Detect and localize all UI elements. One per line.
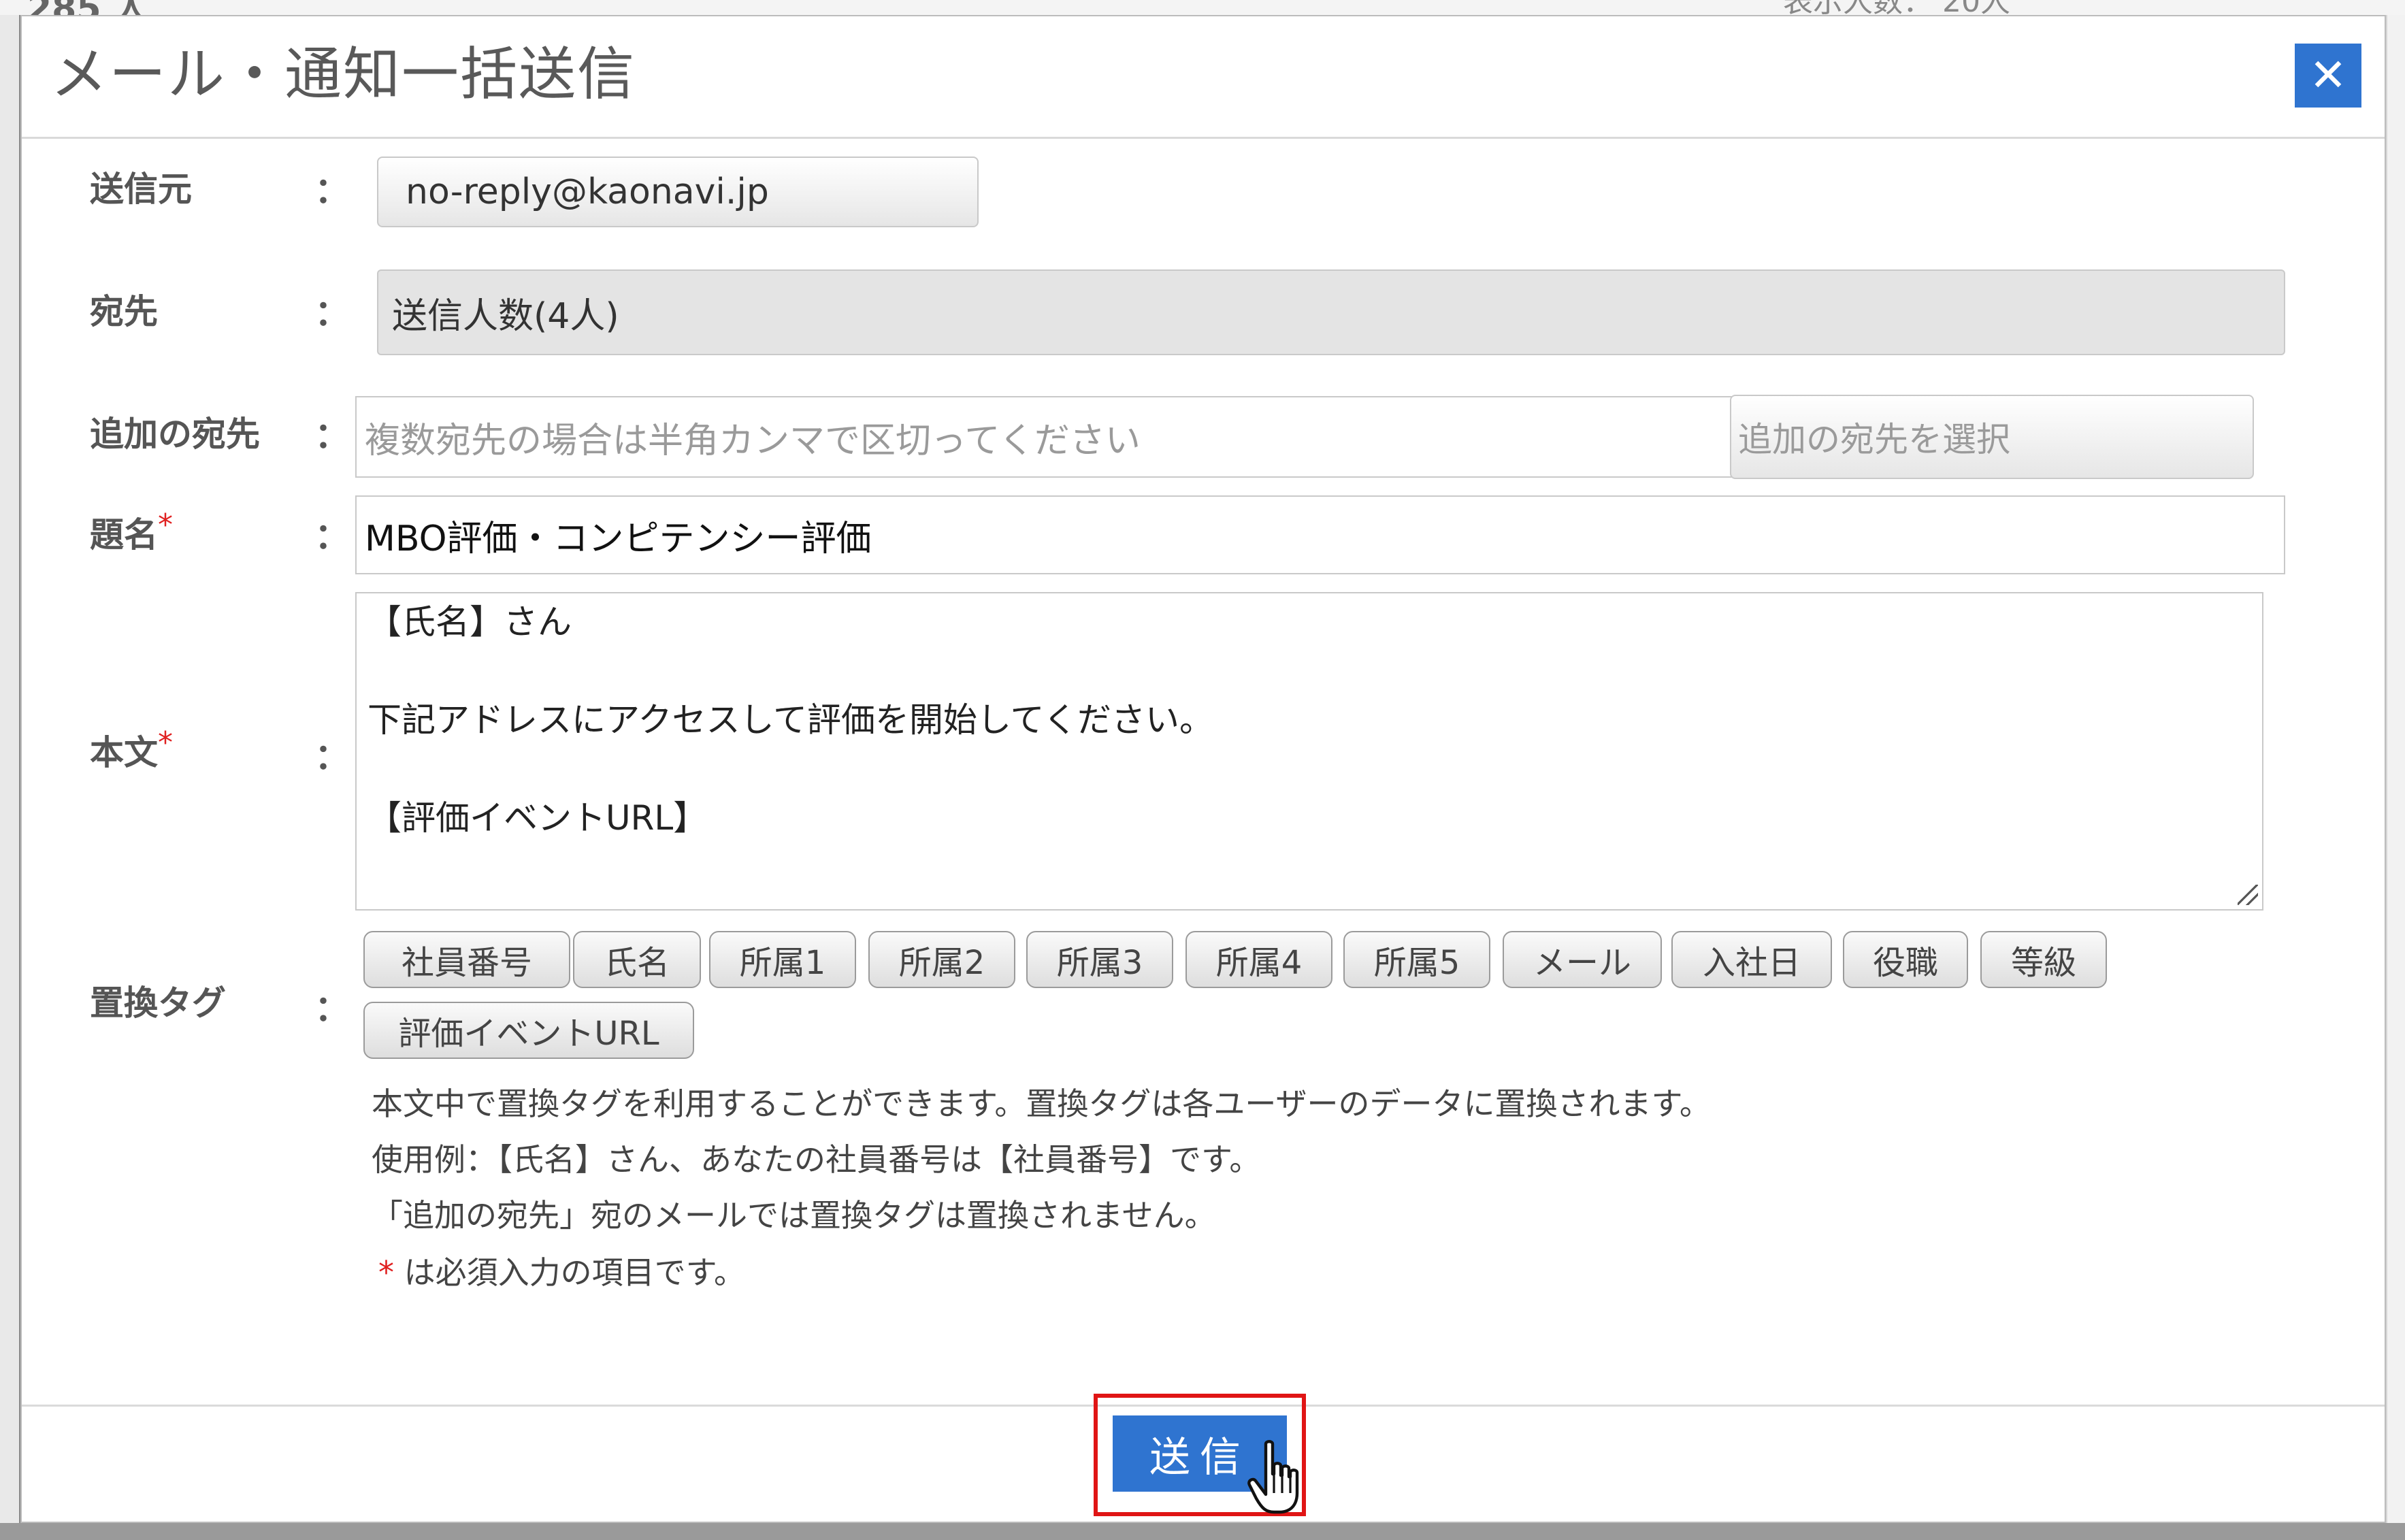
background-page-bottom-edge [0, 1523, 2405, 1540]
recipients-field: 送信人数(4人) [377, 269, 2285, 355]
background-page-top-edge: 285 人 表示人数： 20人 [0, 0, 2405, 15]
tag-dept5-button[interactable]: 所属5 [1343, 931, 1490, 988]
recipients-colon: ： [314, 293, 350, 334]
tag-dept2-button[interactable]: 所属2 [868, 931, 1015, 988]
hand-pointer-icon [1247, 1440, 1299, 1514]
sender-label: 送信元 [90, 169, 192, 209]
body-line: 【評価イベントURL】 [367, 798, 708, 838]
close-icon: ✕ [2309, 49, 2347, 101]
body-textarea[interactable]: 【氏名】さん 下記アドレスにアクセスして評価を開始してください。 【評価イベント… [355, 592, 2263, 911]
additional-recipients-input[interactable]: 複数宛先の場合は半角カンマで区切ってください [355, 396, 1746, 478]
bulk-send-dialog: メール・通知一括送信 ✕ 送信元 ： no-reply@kaonavi.jp 宛… [20, 15, 2386, 1523]
tag-grade-button[interactable]: 等級 [1980, 931, 2107, 988]
sender-select[interactable]: no-reply@kaonavi.jp [377, 157, 979, 227]
help-text-line: 本文中で置換タグを利用することができます。置換タグは各ユーザーのデータに置換され… [372, 1085, 1711, 1122]
tag-employee-number-button[interactable]: 社員番号 [363, 931, 570, 988]
additional-recipients-label: 追加の宛先 [90, 414, 260, 454]
dialog-header: メール・通知一括送信 ✕ [22, 16, 2385, 139]
required-note-star: * [378, 1254, 394, 1291]
sender-colon: ： [314, 171, 350, 212]
help-text-line: 使用例：【氏名】さん、あなたの社員番号は【社員番号】です。 [372, 1141, 1261, 1178]
help-text-line: 「追加の宛先」宛のメールでは置換タグは置換されません。 [372, 1197, 1216, 1234]
resize-grip-icon[interactable] [2238, 885, 2258, 905]
subject-input[interactable]: MBO評価・コンピテンシー評価 [355, 495, 2285, 574]
tag-hire-date-button[interactable]: 入社日 [1671, 931, 1832, 988]
subject-required-mark: * [158, 508, 173, 542]
recipients-value: 送信人数(4人) [392, 295, 619, 337]
subject-label: 題名* [90, 508, 173, 557]
recipients-label: 宛先 [90, 292, 158, 331]
body-label-text: 本文 [90, 733, 158, 772]
additional-recipients-placeholder: 複数宛先の場合は半角カンマで区切ってください [365, 420, 1141, 461]
replace-tags-colon: ： [314, 989, 350, 1030]
tag-name-button[interactable]: 氏名 [573, 931, 701, 988]
subject-label-text: 題名 [90, 515, 158, 555]
required-note: * は必須入力の項目です。 [372, 1248, 745, 1293]
replace-tags-label: 置換タグ [90, 983, 226, 1023]
sender-value: no-reply@kaonavi.jp [406, 171, 769, 212]
additional-recipients-select-button[interactable]: 追加の宛先を選択 [1730, 395, 2254, 479]
required-note-text: は必須入力の項目です。 [394, 1254, 746, 1291]
body-label: 本文* [90, 725, 173, 774]
tag-dept1-button[interactable]: 所属1 [709, 931, 856, 988]
subject-value: MBO評価・コンピテンシー評価 [365, 518, 872, 559]
body-colon: ： [314, 737, 350, 778]
background-page-right-edge [2386, 0, 2405, 1540]
tag-email-button[interactable]: メール [1503, 931, 1662, 988]
close-button[interactable]: ✕ [2295, 44, 2361, 108]
background-page-left-edge [0, 0, 19, 1540]
background-display-count: 表示人数： 20人 [1783, 0, 2010, 15]
background-employee-count: 285 人 [27, 0, 149, 15]
tag-dept4-button[interactable]: 所属4 [1185, 931, 1332, 988]
additional-recipients-select-label: 追加の宛先を選択 [1738, 420, 2010, 459]
additional-recipients-colon: ： [314, 416, 350, 457]
body-required-mark: * [158, 725, 173, 760]
subject-colon: ： [314, 517, 350, 557]
body-line: 【氏名】さん [367, 602, 572, 642]
body-line: 下記アドレスにアクセスして評価を開始してください。 [367, 700, 1213, 740]
dialog-title: メール・通知一括送信 [50, 41, 636, 108]
tag-evaluation-event-url-button[interactable]: 評価イベントURL [363, 1002, 694, 1059]
tag-position-button[interactable]: 役職 [1843, 931, 1968, 988]
tag-dept3-button[interactable]: 所属3 [1026, 931, 1173, 988]
